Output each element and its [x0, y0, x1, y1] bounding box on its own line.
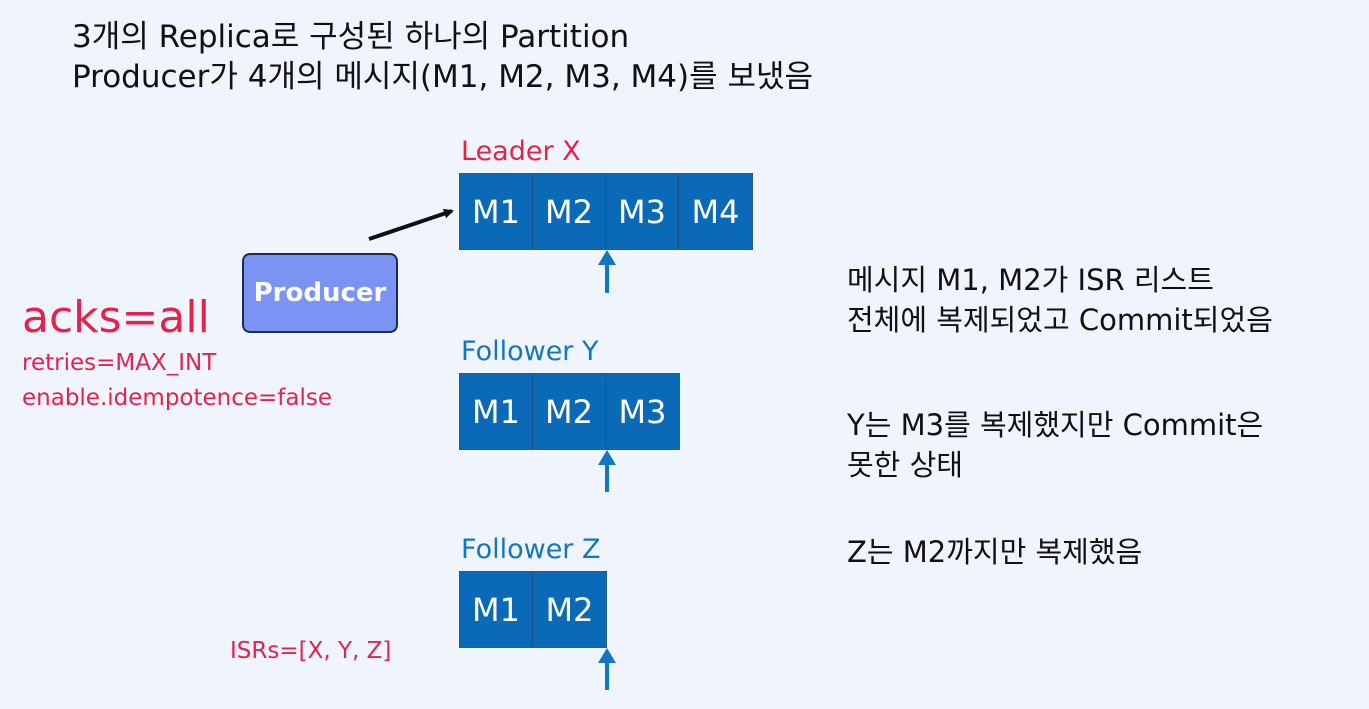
leader-commit-pointer-arrow [598, 250, 616, 293]
diagram-arrows [368, 208, 616, 690]
follower-y-pointer-arrow [598, 450, 616, 492]
producer-to-leader-arrow [368, 208, 454, 241]
follower-z-pointer-arrow [598, 648, 616, 690]
